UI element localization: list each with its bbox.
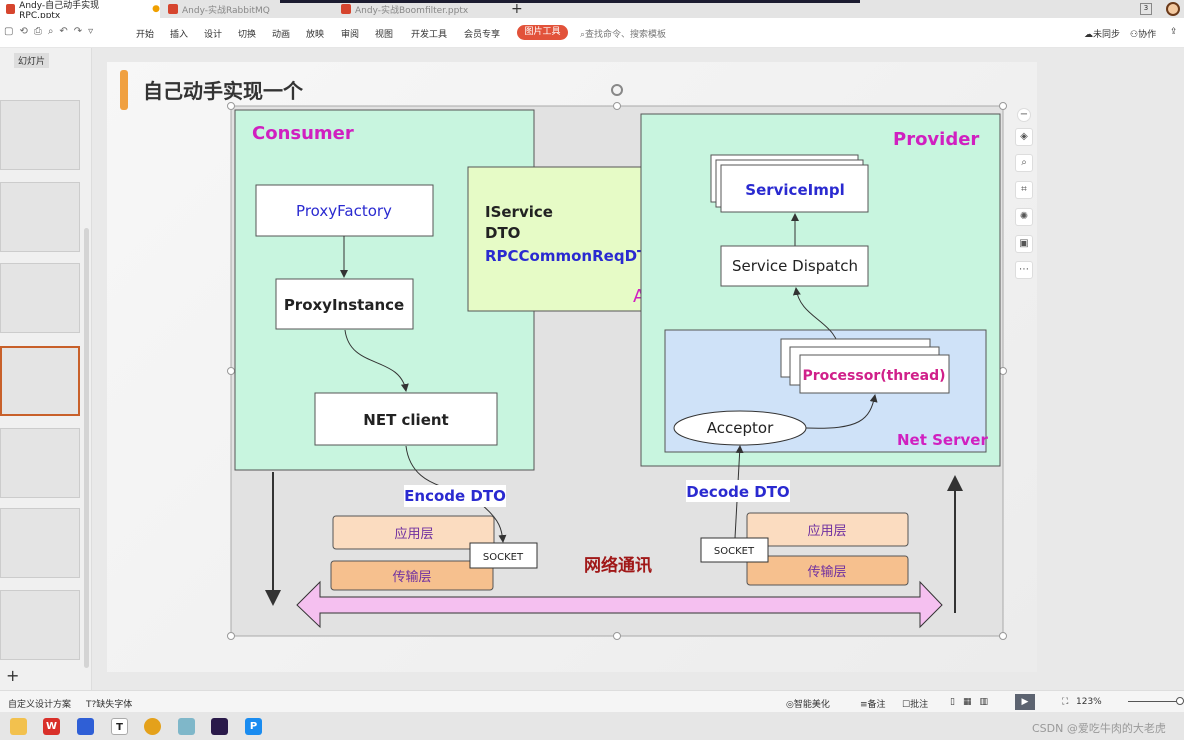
lightbulb-icon[interactable]: ✺ <box>1015 208 1033 226</box>
net-client-label: NET client <box>363 411 448 429</box>
service-impl-label: ServiceImpl <box>745 181 844 199</box>
slide-diagram: 自己动手实现一个 Consumer ProxyFactory ProxyInst… <box>120 70 1007 640</box>
provider-label: Provider <box>893 129 979 150</box>
font-icon: T? <box>86 700 97 710</box>
fit-icon[interactable]: ⛶ <box>1062 697 1068 707</box>
watermark: CSDN @爱吃牛肉的大老虎 <box>1032 722 1166 735</box>
typora-icon[interactable]: T <box>111 718 128 735</box>
collapse-icon[interactable]: − <box>1017 108 1031 122</box>
comment-button[interactable]: ☐批注 <box>902 697 928 710</box>
proxy-factory-label: ProxyFactory <box>296 202 392 220</box>
socket-label: SOCKET <box>483 552 524 563</box>
decode-dto-label: Decode DTO <box>686 483 789 501</box>
p-app-icon[interactable]: P <box>245 718 262 735</box>
app-layer-label: 应用层 <box>807 523 846 539</box>
play-icon[interactable]: ▶ <box>1015 694 1035 710</box>
rotate-handle-icon[interactable] <box>611 84 623 96</box>
notes-button[interactable]: ≡备注 <box>860 697 886 710</box>
network-label: 网络通讯 <box>584 555 652 576</box>
taskbar: W T P CSDN @爱吃牛肉的大老虎 <box>0 712 1184 740</box>
notes-label: 备注 <box>867 700 886 710</box>
zoom-slider-handle[interactable] <box>1176 697 1184 705</box>
view-mode-icons[interactable]: ▯▦▥ <box>950 697 996 707</box>
status-bar: 自定义设计方案 T?缺失字体 ◎智能美化 ≡备注 ☐批注 ▯▦▥ ▶ ⛶ 123… <box>0 690 1184 712</box>
wps-icon[interactable]: W <box>43 718 60 735</box>
api-line: DTO <box>485 224 520 242</box>
smart-label: 智能美化 <box>793 700 830 710</box>
image-icon[interactable]: ▣ <box>1015 235 1033 253</box>
encode-dto-label: Encode DTO <box>404 487 506 505</box>
zoom-level[interactable]: 123% <box>1076 697 1102 707</box>
transport-layer-label: 传输层 <box>392 569 431 585</box>
layers-icon[interactable]: ◈ <box>1015 128 1033 146</box>
zoom-icon[interactable]: ⌕ <box>1015 154 1033 172</box>
crop-icon[interactable]: ⌗ <box>1015 181 1033 199</box>
comment-icon: ☐ <box>902 700 911 710</box>
api-line: RPCCommonReqDTO <box>485 247 660 265</box>
app-icon[interactable] <box>178 718 195 735</box>
transport-layer-label: 传输层 <box>807 564 846 580</box>
slide-title: 自己动手实现一个 <box>143 79 304 103</box>
notes-icon: ≡ <box>860 700 868 710</box>
chrome-icon[interactable] <box>144 718 161 735</box>
beautify-icon: ◎ <box>786 700 794 710</box>
zoom-slider[interactable] <box>1128 701 1178 702</box>
more-icon[interactable]: ⋯ <box>1015 261 1033 279</box>
comment-label: 批注 <box>910 700 929 710</box>
app-layer-label: 应用层 <box>394 526 433 542</box>
title-accent <box>120 70 128 110</box>
design-scheme[interactable]: 自定义设计方案 <box>8 697 71 710</box>
socket-label: SOCKET <box>714 546 755 557</box>
intellij-icon[interactable] <box>211 718 228 735</box>
smart-beautify[interactable]: ◎智能美化 <box>786 697 830 710</box>
net-server-label: Net Server <box>897 431 988 449</box>
consumer-label: Consumer <box>252 123 354 144</box>
service-dispatch-label: Service Dispatch <box>732 257 858 275</box>
proxy-instance-label: ProxyInstance <box>284 296 404 314</box>
missing-font-label: 缺失字体 <box>96 700 133 710</box>
app-icon[interactable] <box>77 718 94 735</box>
api-line: IService <box>485 203 553 221</box>
acceptor-label: Acceptor <box>707 419 774 437</box>
processor-label: Processor(thread) <box>802 368 945 384</box>
file-explorer-icon[interactable] <box>10 718 27 735</box>
missing-font[interactable]: T?缺失字体 <box>86 697 132 710</box>
